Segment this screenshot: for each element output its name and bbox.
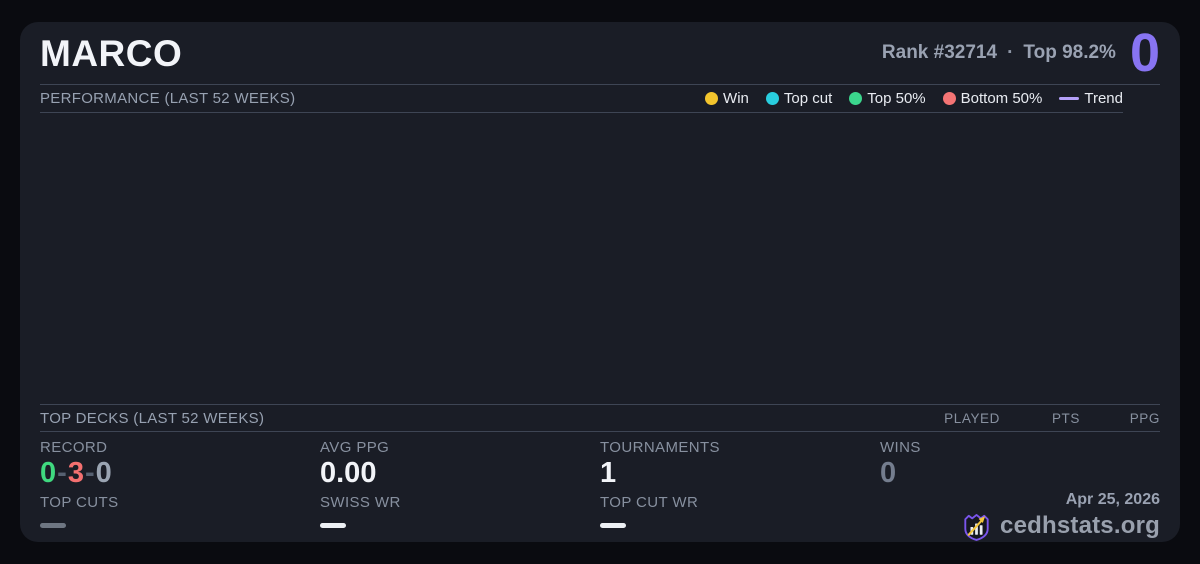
record-value: 0-3-0 (40, 459, 320, 488)
stat-avg-ppg: AVG PPG 0.00 (320, 432, 600, 488)
stat-swiss-wr: SWISS WR — (320, 488, 600, 541)
record-wins: 0 (40, 457, 57, 489)
trend-line-icon (1059, 97, 1080, 100)
top-cuts-empty-value: — (40, 523, 66, 528)
player-stats-card: MARCO Rank #32714 · Top 98.2% 0 PERFORMANC… (20, 22, 1180, 542)
stats-grid: RECORD 0-3-0 AVG PPG 0.00 TOURNAMENTS 1 … (40, 432, 1160, 541)
column-pts: PTS (1051, 410, 1080, 426)
top-cuts-label: TOP CUTS (40, 494, 119, 511)
record-draws: 0 (95, 457, 112, 489)
wins-value: 0 (880, 457, 897, 489)
top-cut-wr-empty-value: — (600, 523, 626, 528)
avg-ppg-value: 0.00 (320, 457, 377, 489)
brand[interactable]: cedhstats.org (880, 512, 1160, 542)
stat-wins: WINS 0 (880, 432, 1160, 488)
top-percent-label: Top 98.2% (1023, 42, 1116, 63)
record-separator: - (84, 457, 95, 489)
legend-item-trend[interactable]: Trend (1059, 90, 1123, 107)
stat-top-cuts: TOP CUTS — (40, 488, 320, 541)
legend-item-top50[interactable]: Top 50% (849, 90, 926, 107)
swiss-wr-empty-value: — (320, 523, 346, 528)
top-decks-header: TOP DECKS (LAST 52 WEEKS) PLAYED PTS PPG (40, 404, 1160, 432)
score-value: 0 (1129, 22, 1160, 83)
legend-label-top-cut: Top cut (783, 90, 833, 107)
rank-label: Rank #32714 (881, 42, 998, 63)
wins-label: WINS (880, 439, 921, 456)
chart-legend: Win Top cut Top 50% Bottom 50% Trend (705, 90, 1123, 107)
record-separator: - (57, 457, 67, 489)
stat-top-cut-wr: TOP CUT WR — (600, 488, 880, 541)
win-dot-icon (705, 92, 719, 105)
column-ppg: PPG (1129, 410, 1160, 426)
top-cut-wr-label: TOP CUT WR (600, 494, 699, 511)
top-cut-dot-icon (765, 92, 779, 105)
rank-area: Rank #32714 · Top 98.2% 0 (882, 22, 1160, 83)
tournaments-value: 1 (600, 457, 617, 489)
legend-item-bottom50[interactable]: Bottom 50% (942, 90, 1043, 107)
avg-ppg-label: AVG PPG (320, 439, 390, 456)
player-name: MARCO (40, 32, 183, 74)
card-header: MARCO Rank #32714 · Top 98.2% 0 (40, 22, 1160, 85)
record-label: RECORD (40, 439, 108, 456)
legend-label-trend: Trend (1084, 90, 1123, 107)
legend-item-win[interactable]: Win (705, 90, 749, 107)
legend-label-top50: Top 50% (867, 90, 926, 107)
legend-label-win: Win (723, 90, 749, 107)
performance-section-title: PERFORMANCE (LAST 52 WEEKS) (40, 90, 296, 107)
rank-separator: · (1007, 42, 1014, 63)
top50-dot-icon (849, 92, 863, 105)
footer: Apr 25, 2026 cedhstats.org (880, 488, 1160, 541)
top-decks-columns: PLAYED PTS PPG (920, 411, 1160, 426)
top-decks-title: TOP DECKS (LAST 52 WEEKS) (40, 409, 265, 427)
brand-name: cedhstats.org (1000, 512, 1160, 540)
cedhstats-logo-icon (964, 513, 989, 541)
legend-label-bottom50: Bottom 50% (960, 90, 1043, 107)
rank-line: Rank #32714 · Top 98.2% (882, 42, 1116, 64)
stat-tournaments: TOURNAMENTS 1 (600, 432, 880, 488)
bottom50-dot-icon (942, 92, 956, 105)
swiss-wr-label: SWISS WR (320, 494, 401, 511)
column-played: PLAYED (944, 410, 1000, 426)
stat-record: RECORD 0-3-0 (40, 432, 320, 488)
date-label: Apr 25, 2026 (1065, 491, 1160, 508)
record-losses: 3 (67, 457, 84, 489)
legend-item-top-cut[interactable]: Top cut (765, 90, 833, 107)
performance-header: PERFORMANCE (LAST 52 WEEKS) Win Top cut … (40, 85, 1123, 113)
logo-bar (979, 524, 983, 535)
performance-chart (40, 113, 1160, 404)
tournaments-label: TOURNAMENTS (600, 439, 720, 456)
